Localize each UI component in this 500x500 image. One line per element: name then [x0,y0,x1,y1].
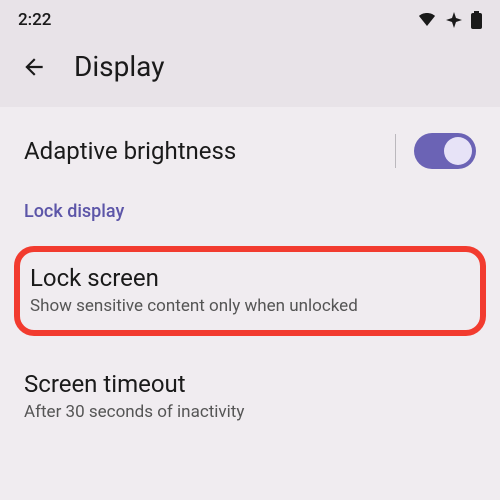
toggle-wrap [395,133,476,169]
lock-screen-subtitle: Show sensitive content only when unlocke… [30,296,470,316]
battery-icon [471,11,482,29]
settings-content: Adaptive brightness Lock display Lock sc… [0,107,500,438]
toggle-knob [444,137,472,165]
screen-timeout-title: Screen timeout [24,370,476,398]
status-time: 2:22 [18,10,51,30]
lock-screen-item[interactable]: Lock screen Show sensitive content only … [30,264,470,316]
adaptive-brightness-row[interactable]: Adaptive brightness [0,107,500,195]
header: Display [0,36,500,107]
airplane-icon [445,11,463,29]
wifi-icon [417,12,437,28]
lock-screen-title: Lock screen [30,264,470,292]
back-arrow-icon [21,54,47,80]
adaptive-brightness-toggle[interactable] [414,133,476,169]
adaptive-brightness-label: Adaptive brightness [24,137,236,165]
page-title: Display [74,50,164,83]
status-bar: 2:22 [0,0,500,36]
section-lock-display: Lock display [0,195,500,238]
back-button[interactable] [20,53,48,81]
highlight-annotation: Lock screen Show sensitive content only … [14,246,486,336]
screen-timeout-item[interactable]: Screen timeout After 30 seconds of inact… [0,356,500,438]
vertical-divider [395,134,396,168]
status-icons [417,11,482,29]
screen-timeout-subtitle: After 30 seconds of inactivity [24,402,476,422]
